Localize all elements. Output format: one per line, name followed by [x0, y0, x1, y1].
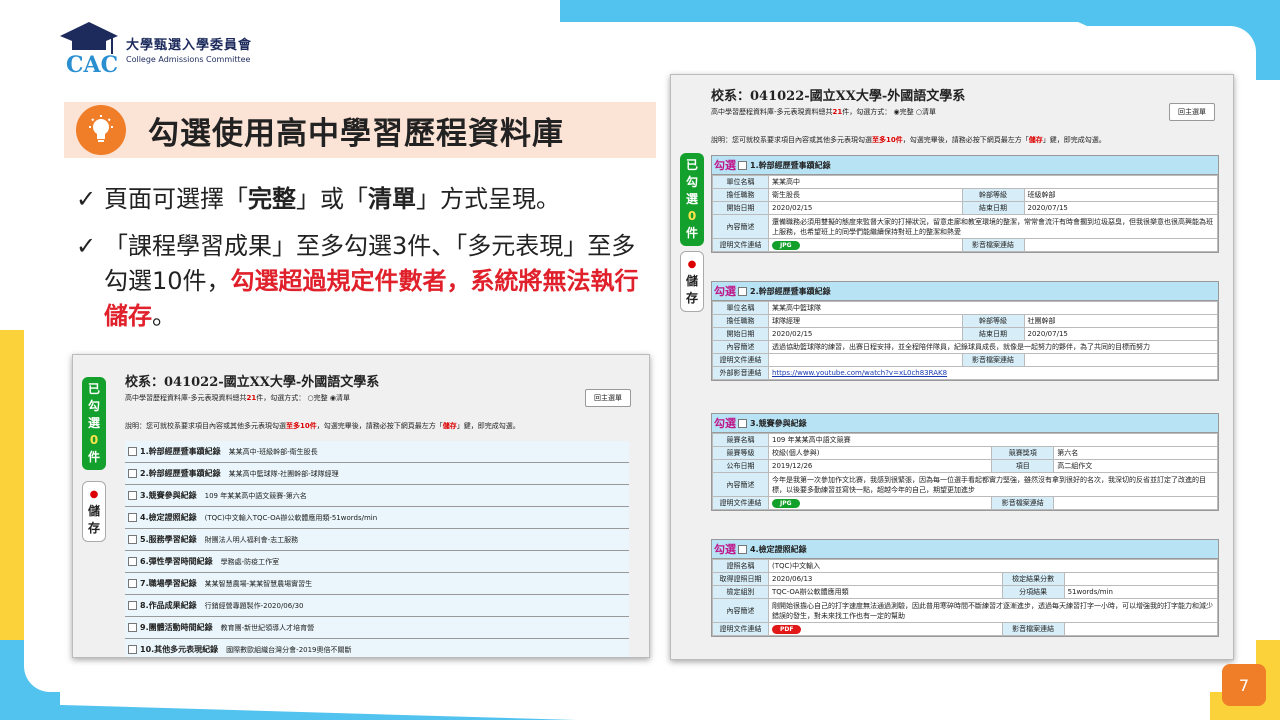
list-item[interactable]: 1.幹部經歷暨事蹟紀錄 某某高中-班級幹部-衛生股長	[125, 441, 629, 463]
screenshot-full-mode: 已勾選0件 ● 儲存 校系：041022-國立XX大學-外國語文學系 高中學習歷程…	[670, 74, 1234, 660]
selected-count-badge: 已勾選0件	[680, 153, 704, 246]
instruction-note: 說明：您可就校系要求項目內容或其他多元表現勾選至多10件，勾選完畢後，請務必按下…	[711, 136, 1106, 144]
checkbox[interactable]	[738, 160, 747, 170]
instruction-note: 說明：您可就校系要求項目內容或其他多元表現勾選至多10件，勾選完畢後，請務必按下…	[125, 422, 520, 430]
dept-title: 校系：041022-國立XX大學-外國語文學系	[125, 375, 380, 390]
list-item[interactable]: 10.其他多元表現紀錄 國際數歐組織台灣分會-2019奧倍不關斷	[125, 639, 629, 657]
dept-title: 校系：041022-國立XX大學-外國語文學系	[711, 89, 966, 104]
checkbox[interactable]	[128, 601, 137, 610]
screenshot-list-mode: 已勾選0件 ● 儲存 校系：041022-國立XX大學-外國語文學系 高中學習歷程…	[72, 354, 650, 658]
checkbox[interactable]	[738, 544, 747, 554]
checkbox[interactable]	[128, 535, 137, 544]
list-item[interactable]: 2.幹部經歷暨事蹟紀錄 某某高中籃球隊-社團幹部-球隊經理	[125, 463, 629, 485]
checkbox[interactable]	[128, 513, 137, 522]
record-section-4: 勾選 4.檢定證照紀錄 證照名稱 (TQC)中文輸入 取得證照日期 2020/06/1…	[711, 539, 1219, 637]
checkbox[interactable]	[128, 623, 137, 632]
pdf-link[interactable]: PDF	[772, 624, 802, 634]
checkbox[interactable]	[128, 557, 137, 566]
checkbox[interactable]	[738, 286, 747, 296]
list-item[interactable]: 4.檢定證照紀錄 (TQC)中文輸入TQC-OA辦公軟體應用類-51words/m…	[125, 507, 629, 529]
check-icon: ✓	[76, 185, 97, 213]
logo-en: College Admissions Committee	[126, 55, 251, 64]
selected-count-badge: 已勾選0件	[82, 377, 106, 470]
logo-mark-text: CAC	[66, 52, 118, 78]
youtube-link[interactable]: https://www.youtube.com/watch?v=xL0ch83R…	[772, 369, 947, 377]
page-title: 勾選使用高中學習歷程資料庫	[148, 115, 564, 152]
checkbox[interactable]	[128, 579, 137, 588]
list-item[interactable]: 5.服務學習紀錄 財團法人明人福利會-志工服務	[125, 529, 629, 551]
jpg-link[interactable]: JPG	[772, 498, 800, 508]
lightbulb-icon	[76, 105, 126, 155]
data-summary: 高中學習歷程資料庫-多元表現資料總共21件，勾選方式： ◉完整 ○清單	[711, 108, 936, 116]
back-to-main-button[interactable]: 回主選單	[1169, 103, 1215, 121]
logo: CAC 大學甄選入學委員會 College Admissions Committ…	[58, 20, 252, 78]
page-number: 7	[1222, 664, 1266, 706]
record-section-1: 勾選 1.幹部經歷暨事蹟紀錄 單位名稱 某某高中 擔任職務 衛生股長 幹部等級 班級幹部 …	[711, 155, 1219, 253]
bullet-list: ✓ 頁面可選擇「完整」或「清單」方式呈現。 ✓ 「課程學習成果」至多勾選3件、「…	[76, 182, 656, 346]
jpg-link[interactable]: JPG	[772, 240, 800, 250]
list-item[interactable]: 3.競賽參與紀錄 109 年某某高中語文競賽-第六名	[125, 485, 629, 507]
cac-logo-icon: CAC	[58, 20, 120, 78]
logo-zh: 大學甄選入學委員會	[126, 38, 253, 53]
save-button[interactable]: ● 儲存	[82, 481, 106, 542]
list-item[interactable]: 6.彈性學習時間紀錄 學務處-防疫工作室	[125, 551, 629, 573]
list-item[interactable]: 7.職場學習紀錄 某某智慧農場-某某智慧農場實習生	[125, 573, 629, 595]
data-summary: 高中學習歷程資料庫-多元表現資料總共21件，勾選方式： ○完整 ◉清單	[125, 394, 350, 402]
record-section-3: 勾選 3.競賽參與紀錄 競賽名稱 109 年某某高中語文競賽 競賽等級 校級(個人參與…	[711, 413, 1219, 511]
bullet-1: ✓ 頁面可選擇「完整」或「清單」方式呈現。	[76, 182, 656, 217]
list-item[interactable]: 9.團體活動時間紀錄 教育團-新世紀領導人才培育營	[125, 617, 629, 639]
check-icon: ✓	[76, 232, 97, 260]
checkbox[interactable]	[128, 491, 137, 500]
checkbox[interactable]	[738, 418, 747, 428]
title-bar: 勾選使用高中學習歷程資料庫	[64, 102, 656, 158]
checkbox[interactable]	[128, 645, 137, 654]
record-section-2: 勾選 2.幹部經歷暨事蹟紀錄 單位名稱 某某高中籃球隊 擔任職務 球隊經理 幹部等級 社團…	[711, 281, 1219, 381]
bullet-2: ✓ 「課程學習成果」至多勾選3件、「多元表現」至多勾選10件，勾選超過規定件數者…	[76, 229, 656, 334]
checkbox[interactable]	[128, 469, 137, 478]
save-button[interactable]: ● 儲存	[680, 251, 704, 312]
bg-shape-bottom	[0, 703, 576, 720]
record-list: 1.幹部經歷暨事蹟紀錄 某某高中-班級幹部-衛生股長 2.幹部經歷暨事蹟紀錄 某某高…	[125, 441, 629, 657]
list-item[interactable]: 8.作品成果紀錄 行銷經營專題製作-2020/06/30	[125, 595, 629, 617]
checkbox[interactable]	[128, 447, 137, 456]
back-to-main-button[interactable]: 回主選單	[585, 389, 631, 407]
